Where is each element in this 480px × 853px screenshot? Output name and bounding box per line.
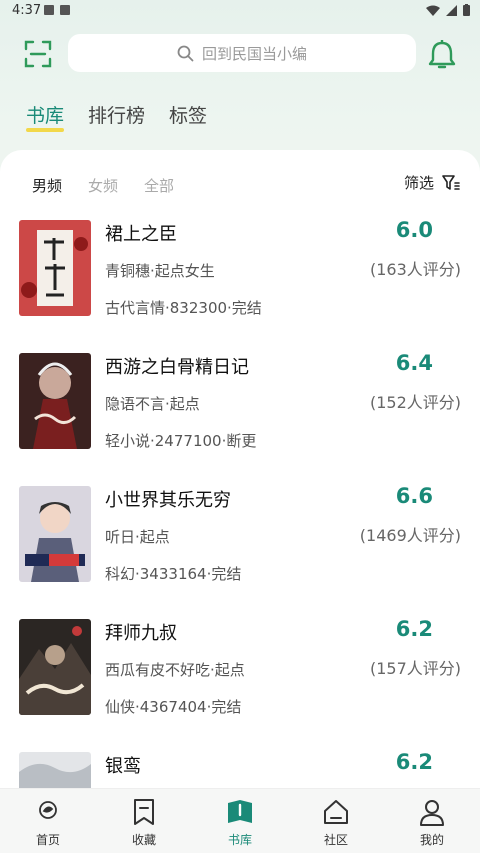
nav-label: 书库 (227, 833, 252, 847)
wifi-icon (426, 5, 440, 16)
nav-label: 我的 (419, 833, 444, 847)
rating-count: (152人评分) (369, 393, 461, 412)
book-item[interactable]: 小世界其乐无穷 听日·起点 科幻·3433164·完结 6.6 (1469人评分… (0, 484, 480, 606)
book-meta: 轻小说·2477100·断更 (105, 432, 257, 450)
bottom-navigation: 首页 收藏 书库 社区 我的 (0, 788, 480, 853)
home-icon (39, 801, 57, 819)
rating-count: (163人评分) (369, 260, 461, 279)
book-meta: 仙侠·4367404·完结 (105, 698, 242, 716)
filter-label: 筛选 (403, 174, 434, 192)
subtab-male[interactable]: 男频 (32, 175, 62, 196)
book-score: 6.2 (395, 750, 433, 774)
status-time: 4:37 (12, 3, 42, 18)
nav-label: 首页 (35, 833, 60, 847)
book-cover (19, 619, 91, 715)
book-item[interactable]: 拜师九叔 西瓜有皮不好吃·起点 仙侠·4367404·完结 6.2 (157人评… (0, 617, 480, 739)
app-notification-icon (60, 5, 70, 15)
book-cover (19, 220, 91, 316)
system-icons (426, 4, 470, 16)
rating-count: (157人评分) (369, 659, 461, 678)
book-author: 青铜穗·起点女生 (105, 262, 215, 280)
tab-library[interactable]: 书库 (26, 101, 65, 132)
book-title: 银鸾 (105, 756, 141, 777)
scan-button[interactable] (22, 38, 54, 70)
book-cover (19, 353, 91, 449)
book-meta: 古代言情·832300·完结 (105, 299, 262, 317)
filter-button[interactable]: 筛选 (404, 172, 460, 193)
nav-bookmarks[interactable]: 收藏 (96, 789, 192, 853)
search-bar[interactable]: 回到民国当小编 (68, 34, 416, 72)
book-score: 6.4 (395, 351, 433, 375)
status-bar: 4:37 (0, 0, 480, 22)
search-placeholder: 回到民国当小编 (201, 44, 307, 63)
image-notification-icon (44, 5, 54, 15)
book-item[interactable]: 银鸾 6.2 (0, 750, 480, 790)
book-score: 6.0 (395, 218, 433, 242)
book-meta: 科幻·3433164·完结 (105, 565, 242, 583)
book-title: 裙上之臣 (105, 224, 177, 245)
search-icon (177, 45, 194, 61)
book-author: 听日·起点 (105, 528, 170, 546)
filter-icon (442, 175, 460, 190)
notification-icons (44, 5, 70, 15)
library-icon (228, 800, 252, 823)
book-title: 小世界其乐无穷 (105, 490, 231, 511)
nav-home[interactable]: 首页 (0, 789, 96, 853)
scan-icon (24, 40, 52, 68)
battery-icon (463, 4, 470, 16)
subtab-female[interactable]: 女频 (88, 175, 118, 196)
tab-ranking[interactable]: 排行榜 (88, 101, 145, 128)
book-title: 拜师九叔 (105, 623, 177, 644)
book-author: 西瓜有皮不好吃·起点 (105, 661, 245, 679)
book-title: 西游之白骨精日记 (105, 357, 249, 378)
nav-profile[interactable]: 我的 (384, 789, 480, 853)
nav-label: 收藏 (131, 833, 156, 847)
book-item[interactable]: 西游之白骨精日记 隐语不言·起点 轻小说·2477100·断更 6.4 (152… (0, 351, 480, 473)
gender-filter-tabs: 男频 女频 全部 (32, 175, 174, 196)
book-list-panel: 男频 女频 全部 筛选 裙上之臣 青铜穗·起点女生 古代言情·832300·完结… (0, 150, 480, 790)
tab-tags[interactable]: 标签 (169, 101, 207, 128)
nav-library[interactable]: 书库 (192, 789, 288, 853)
nav-label: 社区 (323, 833, 348, 847)
bell-icon (428, 40, 456, 69)
book-item[interactable]: 裙上之臣 青铜穗·起点女生 古代言情·832300·完结 6.0 (163人评分… (0, 218, 480, 340)
bookmark-icon (134, 799, 154, 825)
signal-icon (446, 4, 457, 16)
book-author: 隐语不言·起点 (105, 395, 200, 413)
rating-count: (1469人评分) (359, 526, 461, 545)
top-tabs: 书库 排行榜 标签 (26, 101, 207, 132)
nav-community[interactable]: 社区 (288, 789, 384, 853)
book-score: 6.2 (395, 617, 433, 641)
notifications-button[interactable] (427, 38, 457, 70)
book-cover (19, 752, 91, 790)
book-score: 6.6 (395, 484, 433, 508)
profile-icon (420, 800, 444, 826)
subtab-all[interactable]: 全部 (144, 175, 174, 196)
community-icon (324, 800, 348, 824)
book-cover (19, 486, 91, 582)
